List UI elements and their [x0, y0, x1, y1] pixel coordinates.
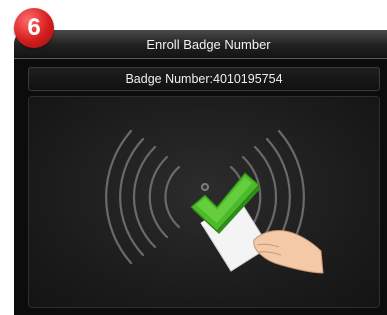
enroll-illustration: [105, 129, 324, 274]
badge-number-field: Badge Number:4010195754: [28, 67, 380, 91]
device-screen: Enroll Badge Number Badge Number:4010195…: [14, 30, 387, 315]
page-title: Enroll Badge Number: [146, 36, 271, 52]
title-bar: Enroll Badge Number: [14, 30, 387, 59]
hand-icon: [253, 230, 324, 274]
badge-number-label: Badge Number:4010195754: [125, 72, 283, 86]
step-number-badge: 6: [14, 8, 54, 48]
enroll-illustration-panel: [28, 96, 380, 308]
